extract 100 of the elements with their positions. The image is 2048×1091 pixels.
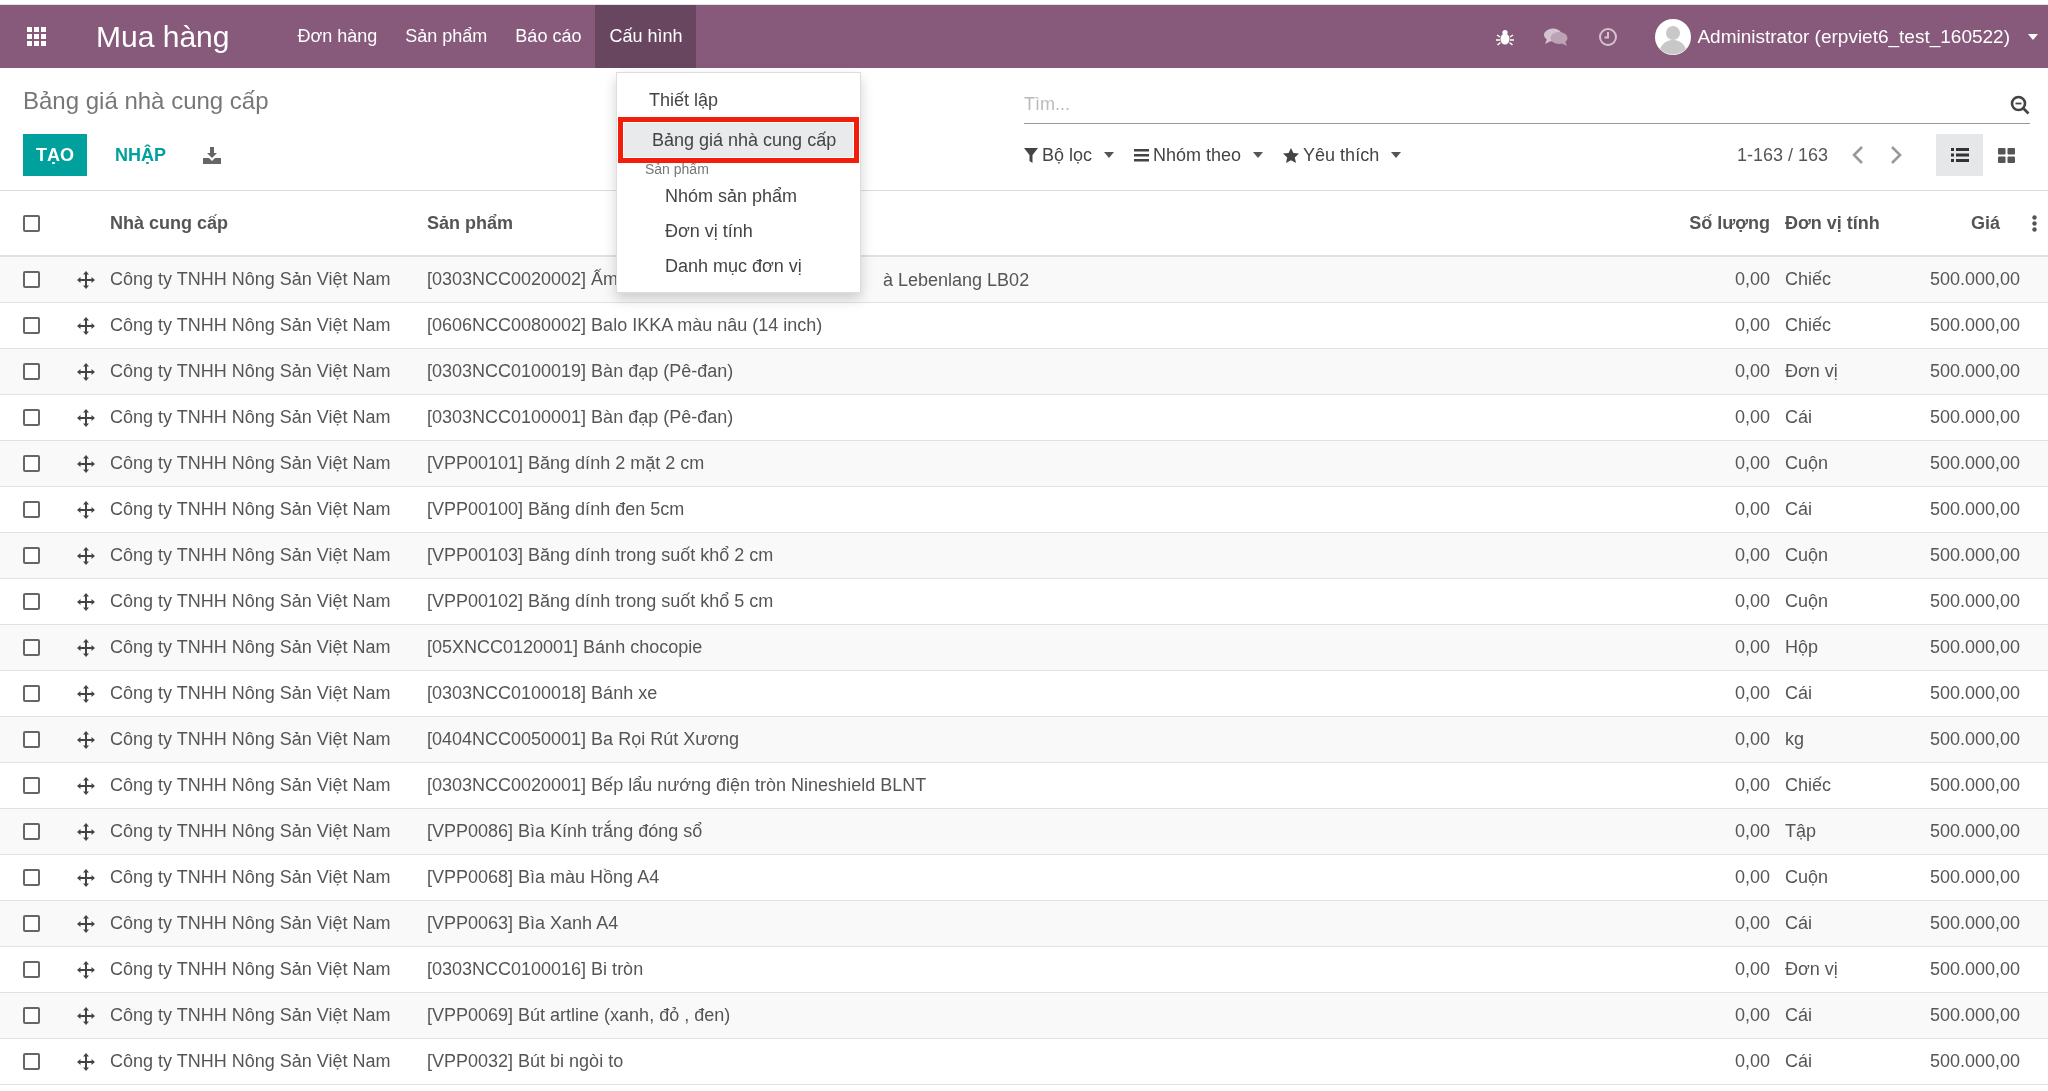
column-header[interactable]: Số lượng [1689, 212, 1770, 233]
menu-item[interactable]: Nhóm sản phẩm [621, 179, 856, 214]
row-checkbox[interactable] [22, 1053, 40, 1070]
user-menu[interactable]: Administrator (erpviet6_test_160522) [1655, 18, 2038, 55]
column-header[interactable]: Đơn vị tính [1785, 212, 1880, 233]
row-checkbox[interactable] [22, 271, 40, 288]
row-checkbox[interactable] [22, 547, 40, 564]
select-all-checkbox[interactable] [22, 214, 40, 232]
move-icon[interactable] [77, 1006, 95, 1025]
row-checkbox[interactable] [22, 961, 40, 978]
move-icon[interactable] [77, 316, 95, 335]
table-cell: à Lebenlang LB02 [883, 269, 1030, 290]
move-icon[interactable] [77, 362, 95, 381]
table-cell-text: 500.000,00 [1928, 637, 2020, 658]
menu-section-label: Sản phẩm [644, 160, 710, 179]
move-icon[interactable] [77, 684, 95, 703]
caret-icon [1104, 152, 1115, 158]
chat-icon[interactable] [1544, 26, 1569, 47]
table-cell-text: Công ty TNHH Nông Sản Việt Nam [110, 913, 392, 934]
previous-icon[interactable] [1852, 146, 1864, 164]
row-checkbox[interactable] [22, 317, 40, 334]
table-cell: [VPP00101] Băng dính 2 mặt 2 cm [427, 453, 705, 474]
page-title: Bảng giá nhà cung cấp [23, 87, 269, 114]
table-cell-text: 0,00 [1733, 729, 1770, 750]
table-cell-text: Công ty TNHH Nông Sản Việt Nam [110, 591, 392, 612]
search-icon[interactable] [2010, 94, 2030, 115]
next-icon[interactable] [1890, 146, 1902, 164]
column-header[interactable]: Sản phẩm [427, 212, 514, 234]
table-cell: [0303NCC0100018] Bánh xe [427, 683, 658, 704]
table-cell-text: Chiếc [1784, 315, 1833, 336]
row-checkbox[interactable] [22, 731, 40, 748]
row-checkbox[interactable] [22, 777, 40, 794]
table-cell-text: 500.000,00 [1928, 453, 2020, 474]
bug-icon[interactable] [1496, 27, 1515, 46]
menu-item[interactable]: Cấu hình [595, 5, 697, 68]
table-cell-text: 0,00 [1733, 913, 1770, 934]
table-cell-text: Cái [1784, 1005, 1813, 1026]
caret-icon [1253, 152, 1264, 158]
table-cell-text: 0,00 [1733, 315, 1770, 336]
caret-icon [1391, 152, 1402, 158]
row-checkbox[interactable] [22, 823, 40, 840]
move-icon[interactable] [77, 960, 95, 979]
move-icon[interactable] [77, 270, 95, 289]
menu-item[interactable]: Sản phẩm [391, 5, 502, 68]
move-icon[interactable] [77, 822, 95, 841]
avatar-icon [1655, 18, 1692, 55]
menu-item[interactable]: Đơn hàng [283, 5, 392, 68]
favorites-dropdown[interactable]: Yêu thích [1283, 144, 1402, 166]
row-checkbox[interactable] [22, 455, 40, 472]
menu-item[interactable]: Báo cáo [501, 5, 596, 68]
table-cell-text: 0,00 [1733, 591, 1770, 612]
menu-item[interactable]: Thiết lập [621, 83, 856, 117]
table-cell-text: 0,00 [1733, 821, 1770, 842]
row-checkbox[interactable] [22, 593, 40, 610]
column-header[interactable]: Giá [1971, 212, 2000, 233]
row-checkbox[interactable] [22, 685, 40, 702]
column-options-icon[interactable] [2031, 214, 2037, 232]
row-checkbox[interactable] [22, 1007, 40, 1024]
table-cell-text: Cuộn [1784, 591, 1830, 612]
table-cell-text: Công ty TNHH Nông Sản Việt Nam [110, 775, 392, 796]
group-by-dropdown[interactable]: Nhóm theo [1134, 144, 1264, 166]
table-cell-text: Công ty TNHH Nông Sản Việt Nam [110, 545, 392, 566]
row-checkbox[interactable] [22, 363, 40, 380]
move-icon[interactable] [77, 454, 95, 473]
move-icon[interactable] [77, 408, 95, 427]
filter-dropdown[interactable]: Bộ lọc [1024, 144, 1115, 166]
download-icon[interactable] [203, 146, 221, 164]
move-icon[interactable] [77, 868, 95, 887]
table-cell-text: Chiếc [1784, 775, 1833, 796]
table-cell-text: Công ty TNHH Nông Sản Việt Nam [110, 1051, 392, 1072]
row-checkbox[interactable] [22, 501, 40, 518]
table-cell-text: 500.000,00 [1928, 683, 2020, 704]
move-icon[interactable] [77, 1052, 95, 1071]
table-cell: [VPP00100] Băng dính đen 5cm [427, 499, 685, 520]
table-cell-text: 0,00 [1733, 499, 1770, 520]
menu-item[interactable]: Đơn vị tính [621, 214, 856, 249]
table-cell-text: kg [1784, 729, 1805, 750]
table-cell-text: Cái [1784, 913, 1813, 934]
move-icon[interactable] [77, 914, 95, 933]
table-cell-text: Công ty TNHH Nông Sản Việt Nam [110, 637, 392, 658]
move-icon[interactable] [77, 776, 95, 795]
menu-item[interactable]: Danh mục đơn vị [621, 249, 856, 284]
move-icon[interactable] [77, 546, 95, 565]
row-checkbox[interactable] [22, 869, 40, 886]
move-icon[interactable] [77, 730, 95, 749]
move-icon[interactable] [77, 500, 95, 519]
list-view-button[interactable] [1936, 134, 1983, 176]
table-cell-text: Tập [1784, 821, 1818, 842]
column-header[interactable]: Nhà cung cấp [110, 212, 229, 233]
row-checkbox[interactable] [22, 915, 40, 932]
table-cell-text: 500.000,00 [1928, 361, 2020, 382]
move-icon[interactable] [77, 638, 95, 657]
clock-icon[interactable] [1598, 26, 1619, 47]
table-cell-text: Cái [1784, 499, 1813, 520]
row-checkbox[interactable] [22, 639, 40, 656]
table-cell-text: 0,00 [1733, 959, 1770, 980]
apps-menu-icon[interactable] [26, 27, 46, 46]
move-icon[interactable] [77, 592, 95, 611]
search-field[interactable]: Tìm... [1024, 94, 2010, 115]
row-checkbox[interactable] [22, 409, 40, 426]
